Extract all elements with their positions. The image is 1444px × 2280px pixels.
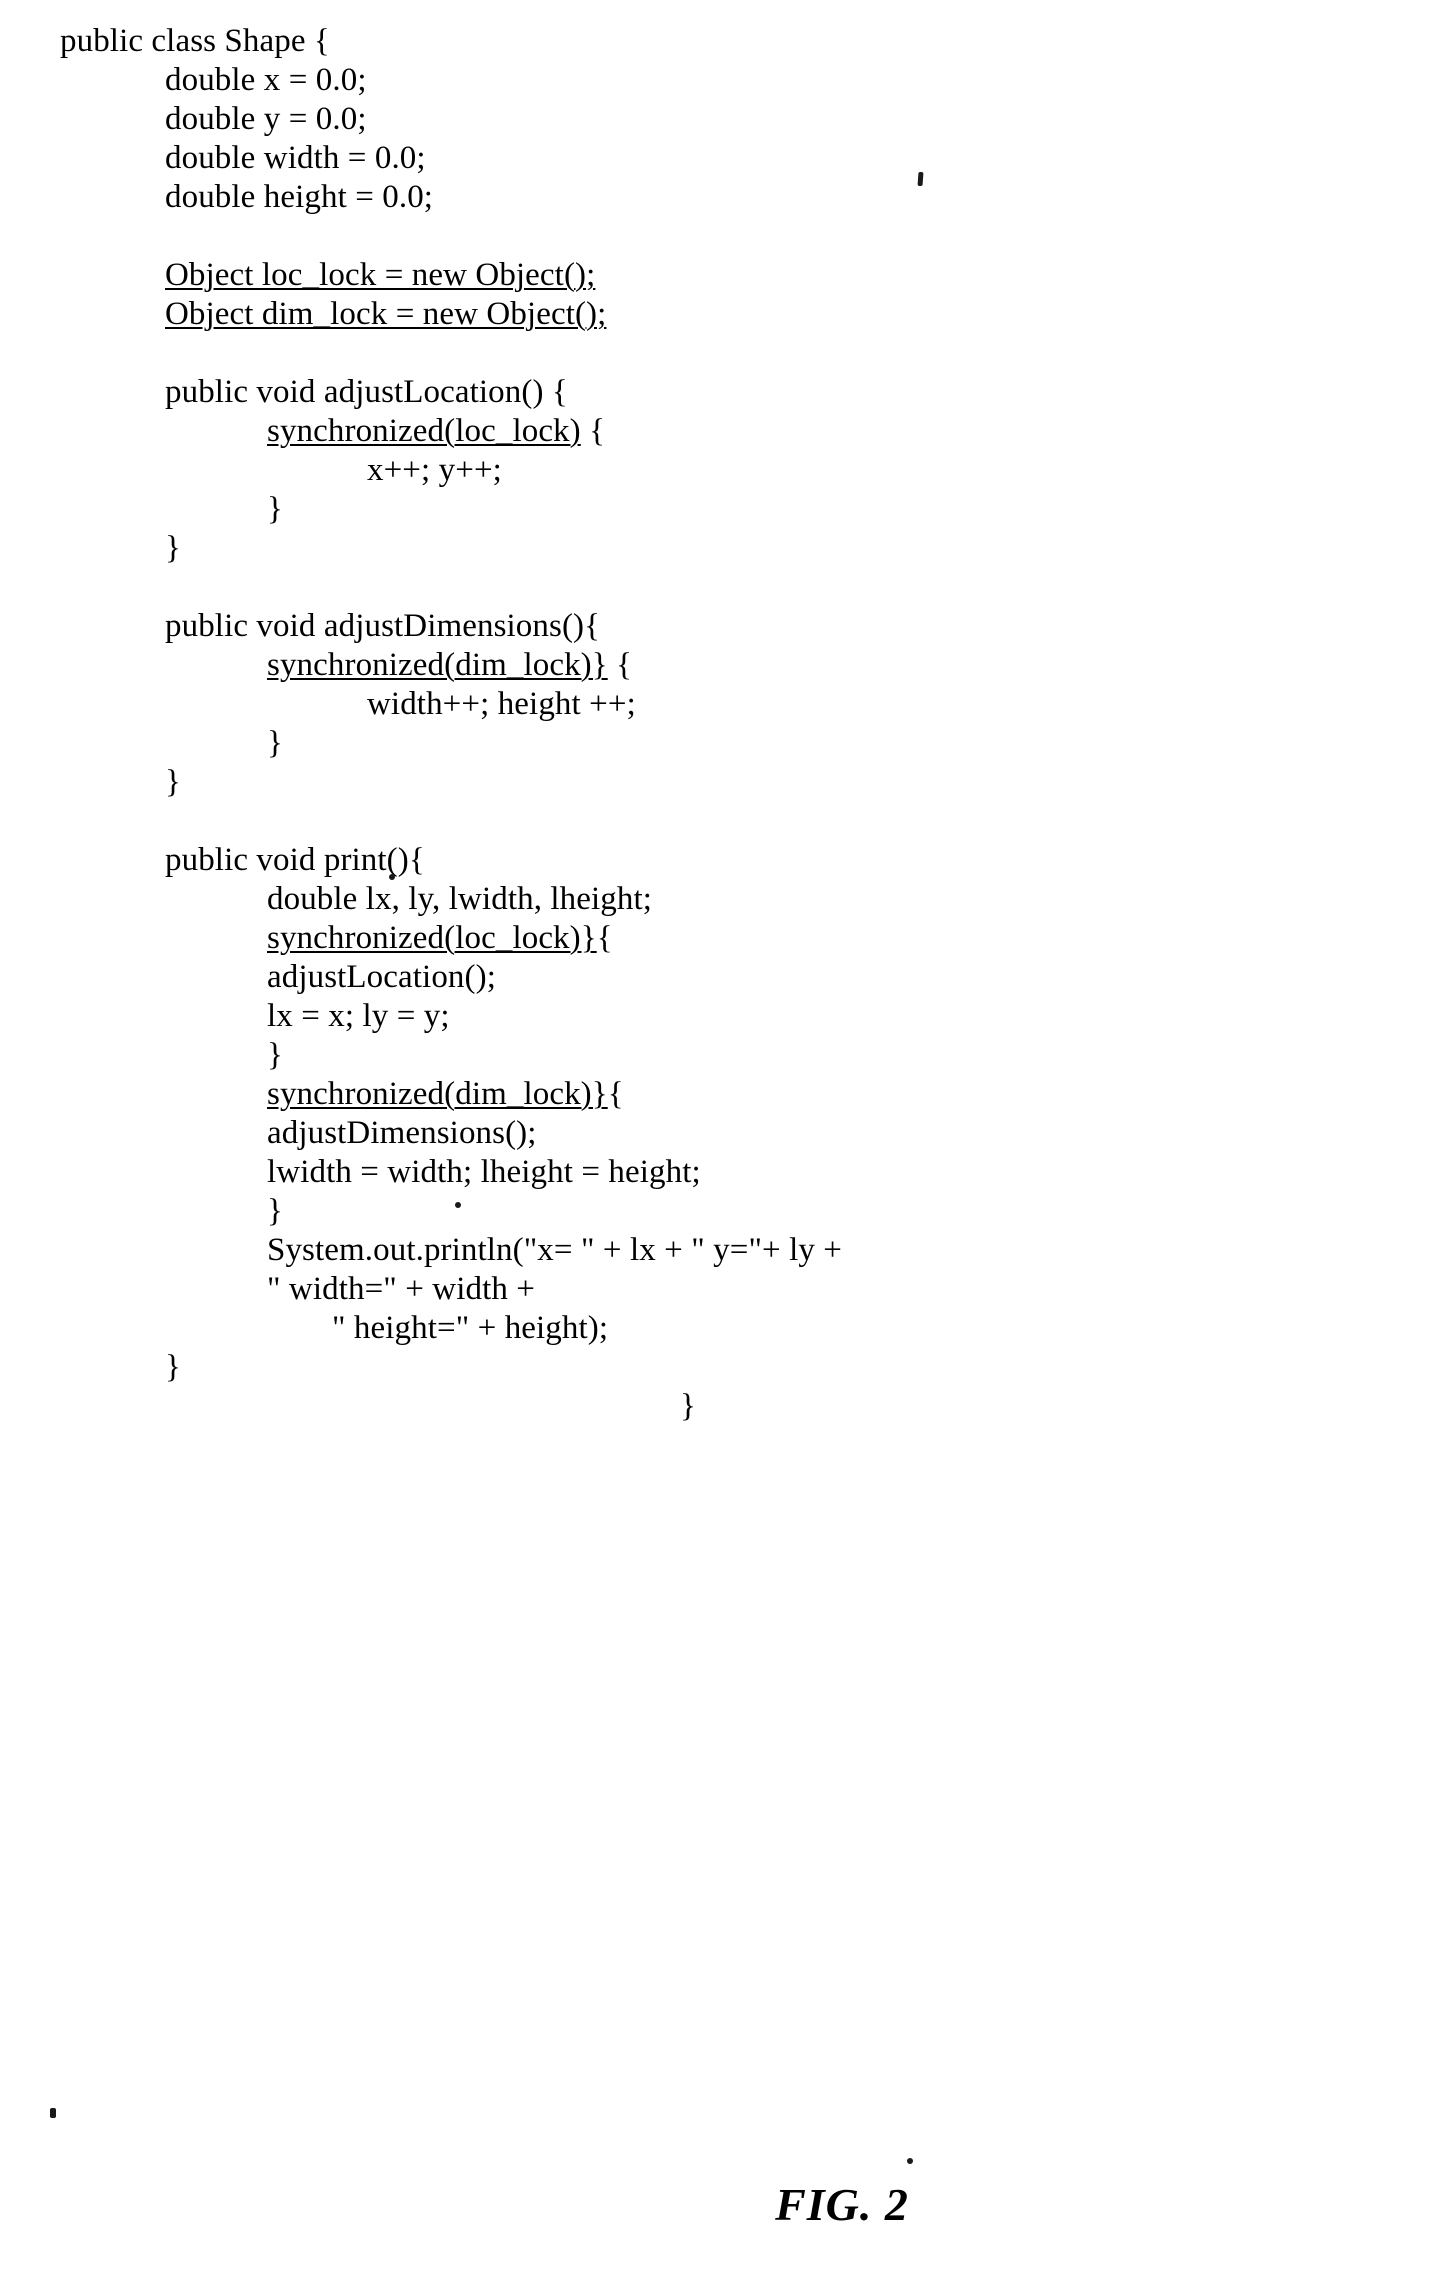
code-line: x++; y++; (60, 451, 1360, 490)
code-segment: { (607, 647, 633, 683)
code-segment: width++; height ++; (367, 686, 636, 722)
code-line: " width=" + width + (60, 1270, 1360, 1309)
code-line: width++; height ++; (60, 685, 1360, 724)
code-segment-underlined: synchronized(dim_lock)} (267, 1076, 608, 1112)
java-code-listing: public class Shape {double x = 0.0; doubl… (60, 22, 1360, 1426)
code-segment: adjustLocation(); (267, 959, 496, 995)
code-segment: public void adjustDimensions(){ (165, 608, 601, 644)
code-segment: } (267, 725, 283, 761)
code-line: " height=" + height); (60, 1309, 1360, 1348)
code-segment: } (165, 530, 181, 566)
code-line: double height = 0.0; (60, 178, 1360, 217)
code-segment: } (267, 491, 283, 527)
code-segment: " width=" + width + (267, 1271, 536, 1307)
code-line: double y = 0.0; (60, 100, 1360, 139)
code-segment: } (267, 1193, 283, 1229)
code-line: } (60, 724, 1360, 763)
scan-artifact-speck (389, 874, 395, 880)
code-line: } (60, 1348, 1360, 1387)
code-line: public void adjustLocation() { (60, 373, 1360, 412)
code-segment: public class Shape { (60, 23, 330, 59)
code-line: } (60, 529, 1360, 568)
code-line: Object dim_lock = new Object(); (60, 295, 1360, 334)
code-segment: { (596, 920, 613, 956)
code-segment: x++; y++; (367, 452, 502, 488)
code-segment-underlined: synchronized(loc_lock)} (267, 920, 597, 956)
code-segment: adjustDimensions(); (267, 1115, 537, 1151)
code-line: } (60, 1192, 1360, 1231)
code-line: System.out.println("x= " + lx + " y="+ l… (60, 1231, 1360, 1270)
code-segment-underlined: Object dim_lock = new Object(); (165, 296, 607, 332)
code-line: public void adjustDimensions(){ (60, 607, 1360, 646)
code-segment: " height=" + height); (332, 1310, 609, 1346)
code-segment: public void print(){ (165, 842, 425, 878)
code-line: synchronized(loc_lock)}{ (60, 919, 1360, 958)
scan-artifact-speck (907, 2158, 913, 2164)
scan-artifact-speck (455, 1202, 461, 1208)
code-segment: } (165, 764, 181, 800)
code-line: } (60, 1036, 1360, 1075)
code-segment: double height = 0.0; (165, 179, 434, 215)
scan-artifact-speck (917, 171, 924, 187)
code-segment-underlined: synchronized(dim_lock)} (267, 647, 608, 683)
code-segment: double x = 0.0; (165, 62, 367, 98)
code-segment: double width = 0.0; (165, 140, 426, 176)
code-line: double width = 0.0; (60, 139, 1360, 178)
code-line: public class Shape { (60, 22, 1360, 61)
code-segment: lx = x; ly = y; (267, 998, 450, 1034)
code-segment-underlined: Object loc_lock = new Object(); (165, 257, 596, 293)
patent-figure-page: public class Shape {double x = 0.0; doubl… (0, 0, 1444, 2280)
code-line: public void print(){ (60, 841, 1360, 880)
code-line: adjustLocation(); (60, 958, 1360, 997)
code-segment: public void adjustLocation() { (165, 374, 568, 410)
code-segment: double lx, ly, lwidth, lheight; (267, 881, 653, 917)
figure-caption: FIG. 2 (775, 2179, 909, 2230)
code-line: synchronized(dim_lock)}{ (60, 1075, 1360, 1114)
code-segment: } (165, 1349, 181, 1385)
code-line: } (60, 1387, 1360, 1426)
code-line: lwidth = width; lheight = height; (60, 1153, 1360, 1192)
code-segment-underlined: synchronized(loc_lock) (267, 413, 581, 449)
code-line: synchronized(dim_lock)} { (60, 646, 1360, 685)
code-segment: System.out.println("x= " + lx + " y="+ l… (267, 1232, 843, 1268)
code-line: Object loc_lock = new Object(); (60, 256, 1360, 295)
code-segment: { (607, 1076, 624, 1112)
code-line: double x = 0.0; (60, 61, 1360, 100)
code-segment: } (680, 1388, 696, 1424)
code-line: synchronized(loc_lock) { (60, 412, 1360, 451)
code-line: adjustDimensions(); (60, 1114, 1360, 1153)
code-segment: } (267, 1037, 283, 1073)
code-line: lx = x; ly = y; (60, 997, 1360, 1036)
code-segment: { (580, 413, 606, 449)
code-segment: double y = 0.0; (165, 101, 367, 137)
scan-artifact-speck (50, 2108, 56, 2118)
code-segment: lwidth = width; lheight = height; (267, 1154, 701, 1190)
code-line: double lx, ly, lwidth, lheight; (60, 880, 1360, 919)
code-line: } (60, 490, 1360, 529)
code-line: } (60, 763, 1360, 802)
